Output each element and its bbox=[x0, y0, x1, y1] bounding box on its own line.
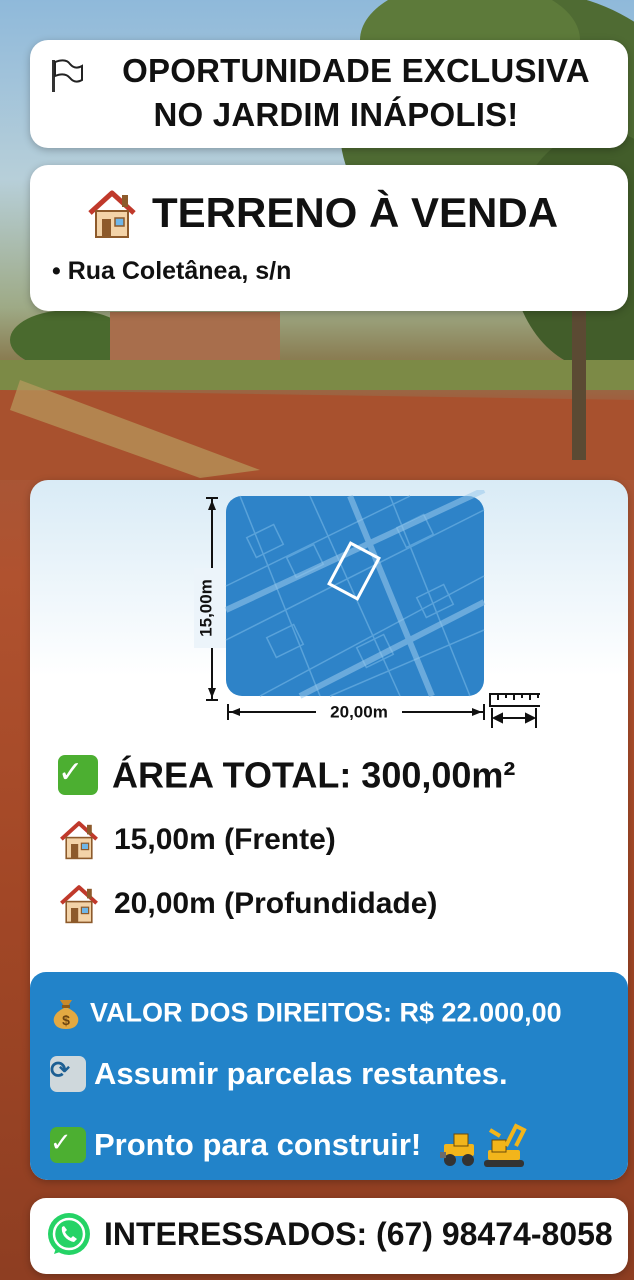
check-icon: ✓ bbox=[58, 755, 98, 796]
ready-to-build-text: Pronto para construir! bbox=[94, 1127, 422, 1162]
price-value-row: $ VALOR DOS DIREITOS: R$ 22.000,00 bbox=[50, 996, 562, 1030]
excavator-icon bbox=[439, 1123, 527, 1167]
assume-installments-row: ⟳ Assumir parcelas restantes. bbox=[50, 1054, 508, 1092]
headline-card: OPORTUNIDADE EXCLUSIVA NO JARDIM INÁPOLI… bbox=[30, 40, 628, 148]
price-panel: $ VALOR DOS DIREITOS: R$ 22.000,00 ⟳ Assu… bbox=[30, 972, 628, 1180]
listing-title: TERRENO À VENDA bbox=[152, 189, 559, 236]
width-label: 20,00m bbox=[330, 702, 388, 721]
contact-phone[interactable]: INTERESSADOS: (67) 98474-8058 bbox=[104, 1216, 613, 1253]
listing-address: • Rua Coletânea, s/n bbox=[52, 257, 292, 285]
stat-total-area: ✓ ÁREA TOTAL: 300,00m² bbox=[58, 752, 515, 796]
money-bag-icon: $ bbox=[53, 1000, 79, 1029]
ruler-icon bbox=[489, 693, 540, 728]
height-label: 15,00m bbox=[196, 579, 215, 637]
repeat-icon: ⟳ bbox=[50, 1055, 86, 1092]
headline-line-2: NO JARDIM INÁPOLIS! bbox=[153, 96, 519, 133]
stat-depth: 20,00m (Profundidade) bbox=[58, 884, 437, 924]
ready-to-build-row: ✓ Pronto para construir! bbox=[50, 1122, 536, 1168]
house-icon bbox=[60, 821, 98, 860]
house-icon bbox=[60, 885, 98, 924]
check-icon: ✓ bbox=[50, 1127, 86, 1163]
stat-total-area-text: ÁREA TOTAL: 300,00m² bbox=[112, 754, 516, 796]
whatsapp-icon bbox=[48, 1213, 90, 1255]
details-card: 15,00m 20,00m ✓ ÁREA TOTAL: 300,00m² 15,… bbox=[30, 480, 628, 1180]
plot-diagram: 15,00m 20,00m bbox=[194, 490, 540, 728]
stat-depth-text: 20,00m (Profundidade) bbox=[114, 887, 438, 920]
listing-card: TERRENO À VENDA • Rua Coletânea, s/n bbox=[30, 165, 628, 311]
price-value-text: VALOR DOS DIREITOS: R$ 22.000,00 bbox=[90, 997, 562, 1028]
house-icon bbox=[88, 190, 136, 238]
assume-installments-text: Assumir parcelas restantes. bbox=[94, 1055, 508, 1091]
contact-card[interactable]: INTERESSADOS: (67) 98474-8058 bbox=[30, 1198, 628, 1274]
flag-icon bbox=[52, 59, 83, 92]
headline-line-1: OPORTUNIDADE EXCLUSIVA bbox=[122, 52, 590, 89]
stat-front: 15,00m (Frente) bbox=[58, 820, 336, 860]
svg-text:$: $ bbox=[62, 1012, 70, 1028]
stat-front-text: 15,00m (Frente) bbox=[114, 823, 336, 856]
